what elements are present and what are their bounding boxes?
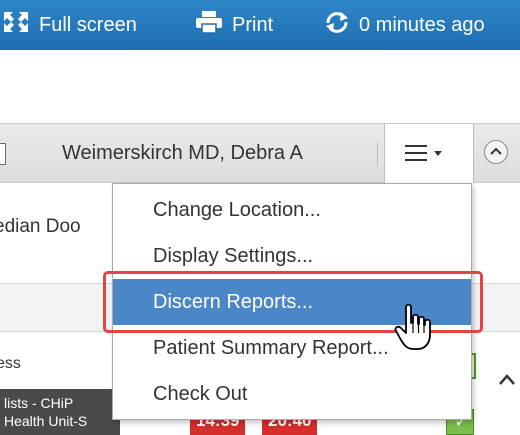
chevron-up-icon <box>490 147 502 155</box>
refresh-label: 0 minutes ago <box>359 13 485 36</box>
printer-icon <box>195 10 223 40</box>
menu-button[interactable] <box>384 124 474 184</box>
lists-cell[interactable]: lists - CHiP Health Unit-S <box>0 389 120 435</box>
menu-item-change-location[interactable]: Change Location... <box>113 187 471 233</box>
hand-cursor-icon <box>394 303 434 353</box>
menu-item-check-out[interactable]: Check Out <box>113 371 471 417</box>
chevron-down-icon <box>434 151 442 156</box>
checkbox[interactable] <box>0 143 6 165</box>
header-bar: Weimerskirch MD, Debra A <box>0 123 520 184</box>
ess-text: ess <box>0 355 21 372</box>
scroll-up-button[interactable] <box>494 366 520 396</box>
hamburger-menu-icon <box>405 145 427 161</box>
provider-name[interactable]: Weimerskirch MD, Debra A <box>62 142 303 165</box>
refresh-icon <box>324 10 350 40</box>
median-text: edian Doo <box>0 216 81 237</box>
chevron-up-icon <box>499 374 515 385</box>
fullscreen-icon <box>2 10 30 40</box>
top-toolbar: Full screen Print 0 minutes ago <box>0 0 520 50</box>
refresh-button[interactable]: 0 minutes ago <box>324 11 485 39</box>
lists-line-1: lists - CHiP <box>4 395 74 411</box>
fullscreen-button[interactable]: Full screen <box>2 11 137 39</box>
print-button[interactable]: Print <box>195 11 273 39</box>
fullscreen-label: Full screen <box>39 13 137 36</box>
lists-line-2: Health Unit-S <box>4 413 88 429</box>
collapse-button[interactable] <box>484 140 508 164</box>
empty-band <box>0 50 520 123</box>
print-label: Print <box>232 13 274 36</box>
divider <box>377 142 378 166</box>
